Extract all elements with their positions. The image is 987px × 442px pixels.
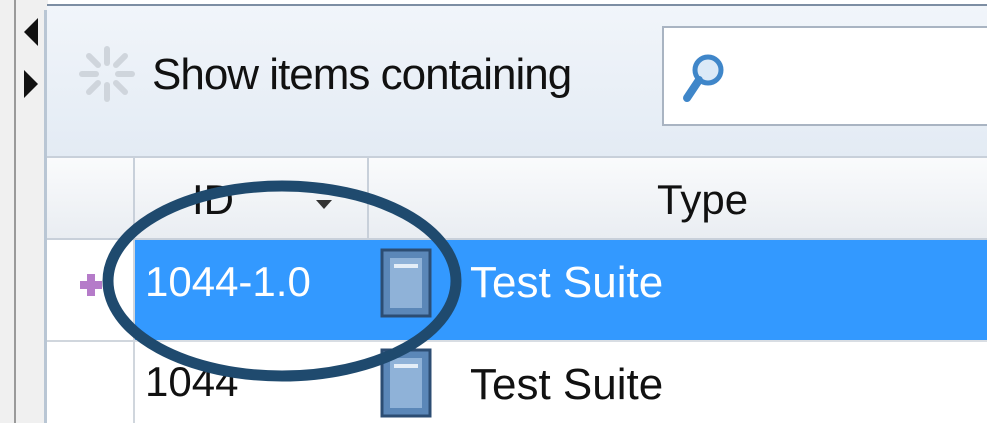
column-header-id-label: ID — [192, 176, 234, 223]
row-header[interactable] — [47, 340, 135, 423]
column-header-id[interactable] — [137, 156, 369, 240]
column-header-type[interactable]: Type — [657, 176, 748, 224]
header-corner — [47, 156, 135, 240]
test-suite-icon — [380, 348, 432, 418]
test-suite-icon — [380, 248, 432, 318]
search-icon[interactable] — [680, 50, 728, 106]
cell-type[interactable]: Test Suite — [470, 258, 663, 308]
row-indicator-icon — [80, 274, 102, 296]
cell-type[interactable]: Test Suite — [470, 360, 663, 410]
left-gutter — [0, 0, 48, 423]
cell-id[interactable]: 1044-1.0 — [145, 258, 311, 306]
filter-label: Show items containing — [152, 50, 572, 99]
gutter-divider — [14, 0, 16, 423]
sort-descending-icon — [316, 200, 332, 209]
spinner-icon — [79, 46, 135, 102]
cell-id[interactable]: 1044 — [145, 358, 238, 406]
arrow-right-icon[interactable] — [24, 70, 38, 98]
arrow-left-icon[interactable] — [24, 18, 38, 46]
